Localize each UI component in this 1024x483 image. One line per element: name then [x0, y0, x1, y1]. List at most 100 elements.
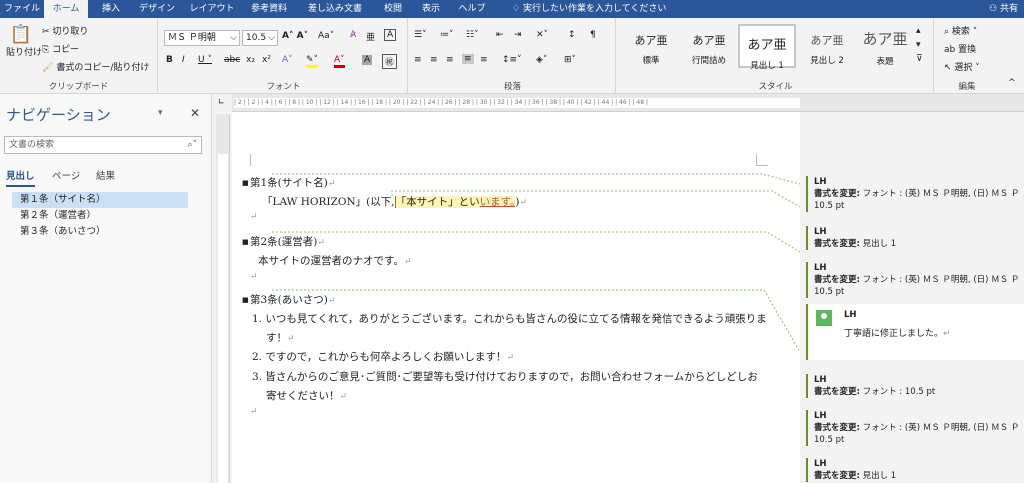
style-name: 表題: [876, 57, 894, 67]
styles-scroll[interactable]: ▴ ▾ ⊽: [916, 24, 923, 66]
decrease-indent-icon[interactable]: ⇤: [496, 30, 504, 40]
style-normal[interactable]: あア亜 標準: [622, 24, 680, 68]
borders-icon[interactable]: ⊞˅: [564, 55, 576, 65]
revision-balloon[interactable]: LH 書式を変更: 見出し 1: [806, 458, 1024, 482]
revision-balloon[interactable]: LH 書式を変更: フォント : 10.5 pt: [806, 374, 1024, 398]
enclose-char-icon[interactable]: ㊗: [382, 54, 398, 69]
cut-label: 切り取り: [52, 27, 89, 37]
text-effects-icon[interactable]: A˅: [282, 55, 293, 65]
distributed-icon[interactable]: ≡: [480, 55, 488, 65]
cut-button[interactable]: ✂ 切り取り: [42, 24, 88, 37]
tab-mailings[interactable]: 差し込み文書: [298, 0, 372, 18]
nav-item-heading3[interactable]: 第３条（あいさつ）: [12, 224, 188, 240]
asian-layout-icon[interactable]: ✕˅: [536, 30, 548, 40]
style-title[interactable]: あア亜 表題: [856, 24, 914, 68]
style-sample: あア亜: [810, 34, 844, 47]
highlight-icon[interactable]: ✎˅: [306, 55, 319, 68]
share-button[interactable]: ⚇ 共有: [989, 0, 1018, 18]
collapse-ribbon-icon[interactable]: ^: [1008, 78, 1016, 88]
tab-design[interactable]: デザイン: [134, 0, 180, 18]
grow-font-icon[interactable]: A˄ A˅: [282, 31, 308, 41]
tab-references[interactable]: 参考資料: [244, 0, 294, 18]
revision-author: LH: [814, 263, 827, 273]
revision-author: LH: [814, 177, 827, 187]
style-name: 標準: [642, 56, 660, 66]
clipboard-group: 📋 貼り付け ✂ 切り取り ⎘ コピー 🖌 書式のコピー/貼り付け クリップボー…: [0, 18, 158, 94]
style-name: 見出し 1: [750, 61, 784, 71]
revision-balloon[interactable]: LH 書式を変更: フォント : (英) ＭＳ Ｐ明朝, (日) ＭＳ Ｐ 10…: [806, 176, 1024, 212]
style-name: 行間詰め: [691, 56, 726, 66]
font-size-combo[interactable]: 10.5 ⌵: [242, 30, 278, 46]
comment-author: LH: [844, 310, 857, 320]
select-button[interactable]: ↖ 選択 ˅: [944, 60, 980, 73]
format-painter-button[interactable]: 🖌 書式のコピー/貼り付け: [42, 60, 149, 73]
style-no-spacing[interactable]: あア亜 行間詰め: [680, 24, 738, 68]
tab-help[interactable]: ヘルプ: [452, 0, 492, 18]
tell-me-box[interactable]: ♢ 実行したい作業を入力してください: [512, 0, 666, 18]
tab-view[interactable]: 表示: [414, 0, 448, 18]
styles-group: あア亜 標準 あア亜 行間詰め あア亜 見出し 1 あア亜 見出し 2 あア亜 表題 ▴ ▾…: [618, 18, 934, 94]
tab-file[interactable]: ファイル: [4, 0, 40, 18]
nav-title: ナビゲーション: [6, 106, 111, 124]
superscript-icon[interactable]: x²: [262, 55, 271, 65]
revision-balloon[interactable]: LH 書式を変更: フォント : (英) ＭＳ Ｐ明朝, (日) ＭＳ Ｐ 10…: [806, 410, 1024, 446]
change-case-button[interactable]: Aa˅: [318, 31, 334, 41]
nav-options-icon[interactable]: ▾: [158, 108, 163, 118]
underline-icon[interactable]: U ˅: [198, 55, 212, 65]
chevron-down-icon: ⌵: [268, 33, 275, 43]
italic-icon[interactable]: I: [182, 55, 185, 65]
styles-group-label: スタイル: [758, 82, 793, 92]
subscript-icon[interactable]: x₂: [246, 55, 255, 65]
style-sample: あア亜: [862, 30, 908, 48]
tab-home[interactable]: ホーム: [44, 0, 88, 18]
find-button[interactable]: ⌕ 検索 ˅: [944, 24, 977, 37]
font-name-value: ＭＳ Ｐ明朝: [168, 33, 216, 43]
revision-balloon[interactable]: LH 書式を変更: 見出し 1: [806, 226, 1024, 250]
nav-tab-headings[interactable]: 見出し: [6, 168, 35, 187]
style-heading1[interactable]: あア亜 見出し 1: [738, 24, 796, 71]
strikethrough-icon[interactable]: abc: [224, 55, 240, 65]
font-color-icon[interactable]: A˅: [334, 55, 345, 68]
nav-tab-results[interactable]: 結果: [96, 168, 115, 182]
style-heading2[interactable]: あア亜 見出し 2: [798, 24, 856, 68]
phonetic-guide-icon[interactable]: 亜: [366, 30, 375, 43]
nav-tab-pages[interactable]: ページ: [52, 168, 80, 182]
document-page[interactable]: ■ 第1条(サイト名)↵ 「LAW HORIZON」(以下,「本サイト」といいま…: [232, 112, 800, 483]
align-right-icon[interactable]: ≡: [446, 55, 454, 65]
paragraph-group-label: 段落: [503, 82, 521, 92]
copy-icon: ⎘: [42, 45, 50, 55]
bullets-icon[interactable]: ☰˅: [414, 30, 427, 40]
revision-balloon[interactable]: LH 書式を変更: フォント : (英) ＭＳ Ｐ明朝, (日) ＭＳ Ｐ 10…: [806, 262, 1024, 298]
multilevel-list-icon[interactable]: ☷˅: [466, 30, 479, 40]
show-marks-icon[interactable]: ¶: [590, 30, 596, 40]
tab-insert[interactable]: 挿入: [92, 0, 130, 18]
nav-item-heading2[interactable]: 第２条（運営者）: [12, 208, 188, 224]
replace-button[interactable]: ab 置換: [944, 42, 976, 55]
comment-balloon[interactable]: LH 丁寧語に修正しました。↵: [806, 304, 1024, 360]
nav-search-input[interactable]: 文書の検索 ⌕˅: [4, 136, 202, 154]
tab-review[interactable]: 校閲: [376, 0, 410, 18]
navigation-pane: ナビゲーション ▾ ✕ 文書の検索 ⌕˅ 見出し ページ 結果 第１条（サイト名）…: [0, 94, 212, 483]
line-spacing-icon[interactable]: ↕≡˅: [502, 55, 522, 65]
paste-button[interactable]: 📋 貼り付け: [6, 24, 42, 58]
copy-button[interactable]: ⎘ コピー: [42, 42, 79, 55]
align-center-icon[interactable]: ≡: [430, 55, 438, 65]
justify-icon[interactable]: ≡: [462, 54, 474, 64]
close-icon[interactable]: ✕: [190, 106, 200, 120]
clear-format-icon[interactable]: A̷: [350, 30, 356, 40]
tab-selector-icon[interactable]: ∟: [218, 97, 225, 106]
numbering-icon[interactable]: ≔˅: [440, 30, 454, 40]
nav-item-heading1[interactable]: 第１条（サイト名）: [12, 192, 188, 208]
horizontal-ruler[interactable]: | 2 | | 2 | | 4 | | 6 | | 8 | | 10 | | 1…: [232, 94, 1024, 112]
shading-icon[interactable]: ◈˅: [536, 55, 547, 65]
tab-layout[interactable]: レイアウト: [184, 0, 240, 18]
clipboard-icon: 📋: [9, 24, 33, 45]
align-left-icon[interactable]: ≡: [414, 55, 422, 65]
vertical-ruler[interactable]: [216, 114, 230, 483]
increase-indent-icon[interactable]: ⇥: [514, 30, 522, 40]
char-shading-icon[interactable]: A: [362, 55, 373, 65]
sort-icon[interactable]: ↕: [568, 30, 576, 40]
char-border-icon[interactable]: A: [384, 29, 397, 41]
bold-icon[interactable]: B: [166, 55, 173, 65]
font-name-combo[interactable]: ＭＳ Ｐ明朝 ⌵: [164, 30, 240, 46]
